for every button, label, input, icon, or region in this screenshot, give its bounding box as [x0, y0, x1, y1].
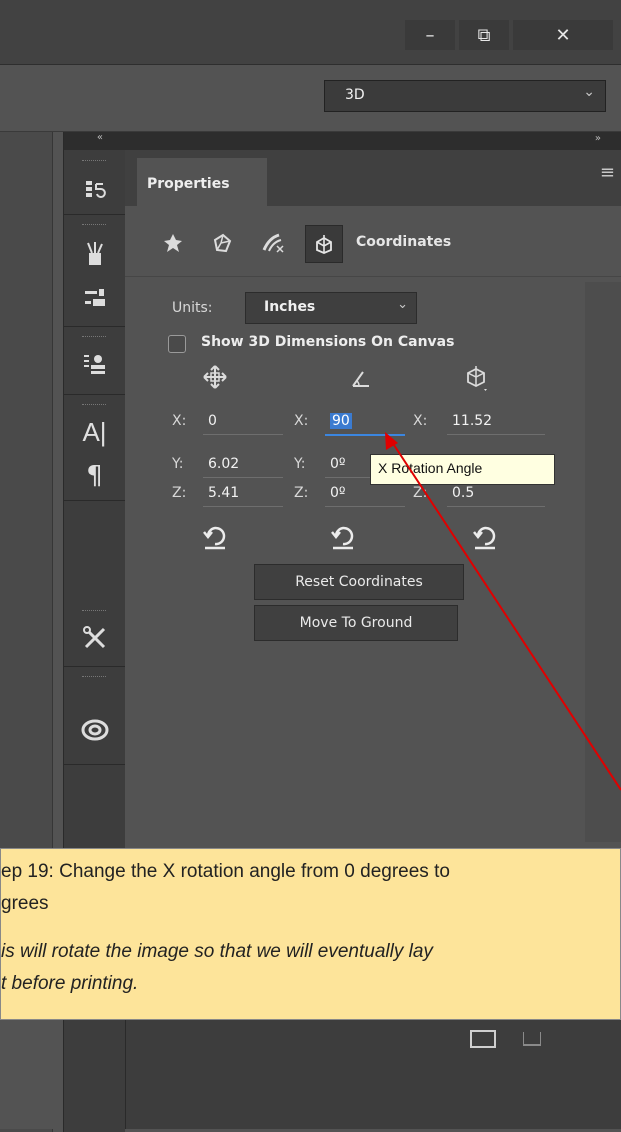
annotation-arrow: [385, 432, 621, 791]
